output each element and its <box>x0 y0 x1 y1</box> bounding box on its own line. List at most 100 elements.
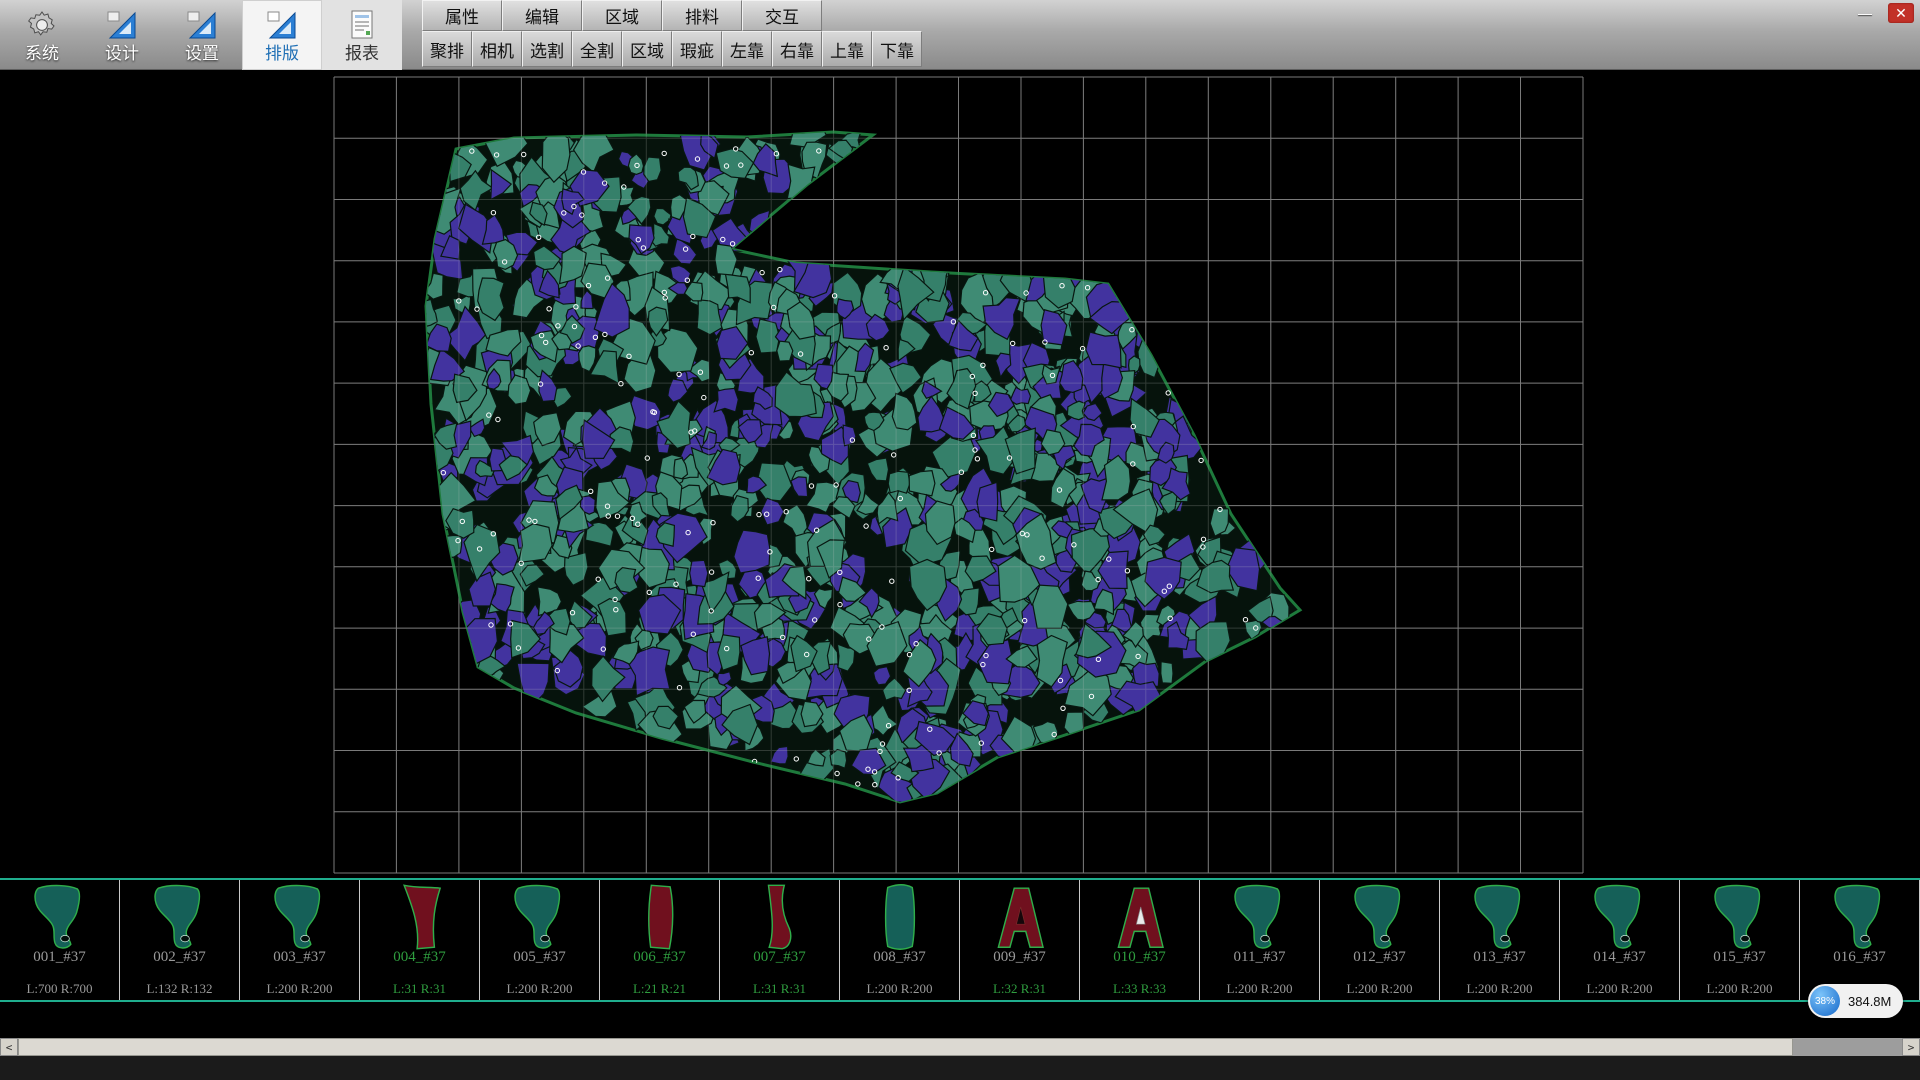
piece-shape-preview <box>864 881 936 953</box>
app-btn-label: 报表 <box>345 45 379 62</box>
piece-id-label: 009_#37 <box>993 949 1046 966</box>
app-btn-label: 设置 <box>185 45 219 62</box>
set-square-icon <box>185 8 219 42</box>
bottom-filler <box>0 1056 1920 1080</box>
piece-shape-preview <box>624 881 696 953</box>
piece-shape-preview <box>1704 881 1776 953</box>
app-btn-report[interactable]: 报表 <box>322 0 402 70</box>
piece-thumbnail-006_#37[interactable]: 006_#37 L:21 R:21 <box>600 880 720 1000</box>
scroll-right-arrow[interactable]: > <box>1902 1038 1920 1056</box>
piece-lr-count: L:200 R:200 <box>506 981 572 997</box>
piece-lr-count: L:200 R:200 <box>266 981 332 997</box>
piece-thumbnail-016_#37[interactable]: 016_#37L:200 R:200 <box>1800 880 1920 1000</box>
tool-cut-all[interactable]: 全割 <box>572 31 622 67</box>
piece-thumbnail-001_#37[interactable]: 001_#37L:700 R:700 <box>0 880 120 1000</box>
tool-cluster-nest[interactable]: 聚排 <box>422 31 472 67</box>
tool-select-cut[interactable]: 选割 <box>522 31 572 67</box>
piece-thumbnail-002_#37[interactable]: 002_#37 L:132 R:132 <box>120 880 240 1000</box>
piece-id-label: 014_#37 <box>1593 949 1646 966</box>
piece-shape-preview <box>1224 881 1296 953</box>
piece-shape-preview <box>504 881 576 953</box>
gear-icon <box>25 8 59 42</box>
horizontal-scrollbar[interactable]: < > <box>0 1038 1920 1056</box>
piece-thumbnail-013_#37[interactable]: 013_#37 L:200 R:200 <box>1440 880 1560 1000</box>
piece-thumbnail-007_#37[interactable]: 007_#37 L:31 R:31 <box>720 880 840 1000</box>
piece-lr-count: L:200 R:200 <box>866 981 932 997</box>
piece-thumbnail-003_#37[interactable]: 003_#37 L:200 R:200 <box>240 880 360 1000</box>
piece-id-label: 012_#37 <box>1353 949 1406 966</box>
close-button[interactable]: ✕ <box>1888 3 1914 23</box>
piece-thumbnail-004_#37[interactable]: 004_#37 L:31 R:31 <box>360 880 480 1000</box>
menu-tab-nesting[interactable]: 排料 <box>662 0 742 31</box>
nesting-canvas[interactable] <box>0 70 1920 878</box>
piece-lr-count: L:200 R:200 <box>1466 981 1532 997</box>
piece-lr-count: L:200 R:200 <box>1226 981 1292 997</box>
nesting-canvas-svg <box>0 70 1920 878</box>
piece-lr-count: L:31 R:31 <box>753 981 806 997</box>
piece-id-label: 004_#37 <box>393 949 446 966</box>
tool-align-bottom[interactable]: 下靠 <box>872 31 922 67</box>
piece-thumbnail-008_#37[interactable]: 008_#37 L:200 R:200 <box>840 880 960 1000</box>
scroll-left-arrow[interactable]: < <box>0 1038 18 1056</box>
piece-lr-count: L:32 R:31 <box>993 981 1046 997</box>
menu-tab-row: 属性 编辑 区域 排料 交互 <box>422 0 822 31</box>
piece-lr-count: L:200 R:200 <box>1706 981 1772 997</box>
piece-shape-preview <box>1824 881 1896 953</box>
app-btn-system[interactable]: 系统 <box>2 0 82 70</box>
piece-lr-count: L:700 R:700 <box>26 981 92 997</box>
piece-id-label: 007_#37 <box>753 949 806 966</box>
scrollbar-thumb[interactable] <box>18 1038 1793 1056</box>
piece-thumbnail-014_#37[interactable]: 014_#37 L:200 R:200 <box>1560 880 1680 1000</box>
piece-id-label: 002_#37 <box>153 949 206 966</box>
app-btn-layout[interactable]: 排版 <box>242 0 322 70</box>
piece-lr-count: L:200 R:200 <box>1586 981 1652 997</box>
window-controls: — ✕ <box>1852 3 1914 23</box>
app-btn-settings[interactable]: 设置 <box>162 0 242 70</box>
piece-thumbnail-011_#37[interactable]: 011_#37L:200 R:200 <box>1200 880 1320 1000</box>
piece-lr-count: L:132 R:132 <box>146 981 212 997</box>
app-btn-label: 设计 <box>105 45 139 62</box>
minimize-button[interactable]: — <box>1852 3 1878 23</box>
piece-id-label: 013_#37 <box>1473 949 1526 966</box>
tool-camera[interactable]: 相机 <box>472 31 522 67</box>
piece-thumbnail-strip: 001_#37L:700 R:700 002_#37 L:132 R:132 003_… <box>0 878 1920 1002</box>
app-btn-label: 系统 <box>25 45 59 62</box>
piece-lr-count: L:21 R:21 <box>633 981 686 997</box>
piece-thumbnail-009_#37[interactable]: 009_#37 L:32 R:31 <box>960 880 1080 1000</box>
menu-tab-region[interactable]: 区域 <box>582 0 662 31</box>
piece-thumbnail-005_#37[interactable]: 005_#37 L:200 R:200 <box>480 880 600 1000</box>
tool-button-row: 聚排 相机 选割 全割 区域 瑕疵 左靠 右靠 上靠 下靠 <box>422 31 922 67</box>
piece-id-label: 003_#37 <box>273 949 326 966</box>
menu-tab-properties[interactable]: 属性 <box>422 0 502 31</box>
piece-thumbnail-015_#37[interactable]: 015_#37L:200 R:200 <box>1680 880 1800 1000</box>
tool-region[interactable]: 区域 <box>622 31 672 67</box>
piece-shape-preview <box>744 881 816 953</box>
piece-shape-preview <box>1464 881 1536 953</box>
piece-lr-count: L:200 R:200 <box>1346 981 1412 997</box>
set-square-icon <box>105 8 139 42</box>
memory-value: 384.8M <box>1840 994 1899 1009</box>
piece-thumbnail-010_#37[interactable]: 010_#37 L:33 R:33 <box>1080 880 1200 1000</box>
menu-tab-interact[interactable]: 交互 <box>742 0 822 31</box>
piece-id-label: 006_#37 <box>633 949 686 966</box>
tool-align-left[interactable]: 左靠 <box>722 31 772 67</box>
app-btn-design[interactable]: 设计 <box>82 0 162 70</box>
piece-id-label: 005_#37 <box>513 949 566 966</box>
piece-shape-preview <box>1584 881 1656 953</box>
piece-lr-count: L:33 R:33 <box>1113 981 1166 997</box>
set-square-icon <box>265 8 299 42</box>
piece-id-label: 016_#37 <box>1833 949 1886 966</box>
piece-shape-preview <box>1344 881 1416 953</box>
piece-thumbnail-012_#37[interactable]: 012_#37 L:200 R:200 <box>1320 880 1440 1000</box>
tool-align-right[interactable]: 右靠 <box>772 31 822 67</box>
piece-id-label: 010_#37 <box>1113 949 1166 966</box>
menu-tab-edit[interactable]: 编辑 <box>502 0 582 31</box>
app-btn-label: 排版 <box>265 45 299 62</box>
piece-shape-preview <box>1104 881 1176 953</box>
piece-lr-count: L:31 R:31 <box>393 981 446 997</box>
piece-shape-preview <box>984 881 1056 953</box>
tool-align-top[interactable]: 上靠 <box>822 31 872 67</box>
piece-id-label: 008_#37 <box>873 949 926 966</box>
tool-defect[interactable]: 瑕疵 <box>672 31 722 67</box>
piece-shape-preview <box>144 881 216 953</box>
